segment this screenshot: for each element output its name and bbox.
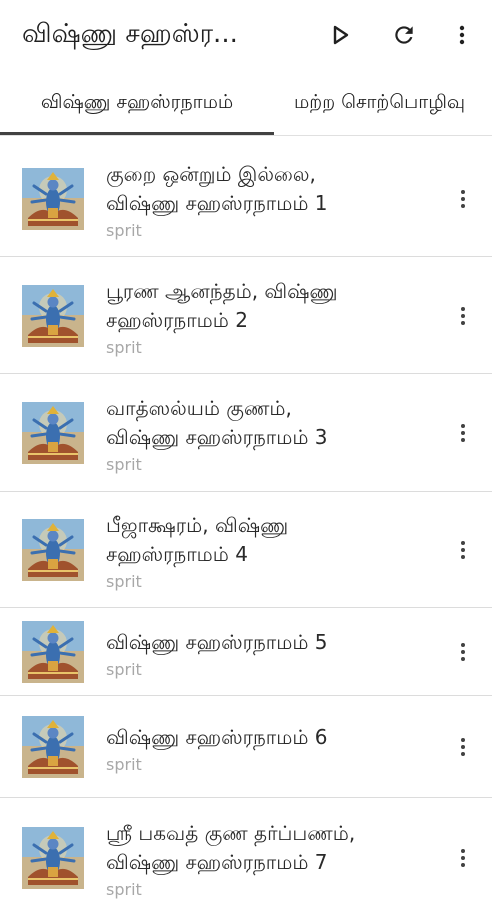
- episode-subtitle: sprit: [106, 338, 142, 357]
- more-vert-icon: [461, 307, 465, 325]
- episode-subtitle: sprit: [106, 221, 142, 240]
- episode-subtitle: sprit: [106, 660, 142, 679]
- list-item[interactable]: வாத்ஸல்யம் குணம், விஷ்ணு சஹஸ்ரநாமம் 3 sp…: [0, 374, 492, 492]
- episode-subtitle: sprit: [106, 755, 142, 774]
- deity-illustration: [22, 168, 84, 230]
- deity-illustration: [22, 716, 84, 778]
- deity-illustration: [22, 402, 84, 464]
- item-more-button[interactable]: [450, 182, 476, 216]
- tab-indicator: [0, 132, 274, 135]
- episode-thumbnail: [22, 827, 84, 889]
- deity-illustration: [22, 285, 84, 347]
- tab-other-discourses[interactable]: மற்ற சொற்பொழிவு: [294, 70, 466, 135]
- episode-title-line-2: விஷ்ணு சஹஸ்ரநாமம் 1: [106, 191, 328, 215]
- episode-title-line-2: விஷ்ணு சஹஸ்ரநாமம் 7: [106, 850, 328, 874]
- play-icon: [333, 25, 349, 45]
- app-title: விஷ்ணு சஹஸ்ர...: [22, 19, 238, 49]
- deity-illustration: [22, 621, 84, 683]
- episode-subtitle: sprit: [106, 572, 142, 591]
- deity-illustration: [22, 519, 84, 581]
- item-more-button[interactable]: [450, 841, 476, 875]
- list-item[interactable]: ஸ்ரீ பகவத் குண தர்ப்பணம், விஷ்ணு சஹஸ்ரநா…: [0, 798, 492, 900]
- list-item[interactable]: பூரண ஆனந்தம், விஷ்ணு சஹஸ்ரநாமம் 2 sprit: [0, 257, 492, 374]
- episode-thumbnail: [22, 168, 84, 230]
- more-vert-icon: [461, 541, 465, 559]
- episode-thumbnail: [22, 285, 84, 347]
- item-more-button[interactable]: [450, 299, 476, 333]
- episode-title-line-2: சஹஸ்ரநாமம் 2: [106, 308, 248, 332]
- more-vert-icon: [459, 25, 465, 45]
- deity-illustration: [22, 827, 84, 889]
- episode-thumbnail: [22, 621, 84, 683]
- overflow-menu-button[interactable]: [444, 17, 480, 53]
- more-vert-icon: [461, 849, 465, 867]
- episode-list: குறை ஒன்றும் இல்லை, விஷ்ணு சஹஸ்ரநாமம் 1 …: [0, 140, 492, 900]
- list-item[interactable]: குறை ஒன்றும் இல்லை, விஷ்ணு சஹஸ்ரநாமம் 1 …: [0, 140, 492, 257]
- episode-title-line-1: பூரண ஆனந்தம், விஷ்ணு: [106, 279, 338, 303]
- tab-bar: விஷ்ணு சஹஸ்ரநாமம் மற்ற சொற்பொழிவு: [0, 70, 492, 136]
- episode-texts: பூரண ஆனந்தம், விஷ்ணு சஹஸ்ரநாமம் 2 sprit: [106, 277, 432, 359]
- list-item[interactable]: பீஜாக்ஷரம், விஷ்ணு சஹஸ்ரநாமம் 4 sprit: [0, 492, 492, 608]
- episode-texts: விஷ்ணு சஹஸ்ரநாமம் 6 sprit: [106, 723, 432, 776]
- episode-title-line-1: பீஜாக்ஷரம், விஷ்ணு: [106, 513, 289, 537]
- list-item[interactable]: விஷ்ணு சஹஸ்ரநாமம் 5 sprit: [0, 608, 492, 696]
- episode-title-line-1: விஷ்ணு சஹஸ்ரநாமம் 6: [106, 725, 328, 749]
- episode-texts: குறை ஒன்றும் இல்லை, விஷ்ணு சஹஸ்ரநாமம் 1 …: [106, 160, 432, 242]
- episode-texts: ஸ்ரீ பகவத் குண தர்ப்பணம், விஷ்ணு சஹஸ்ரநா…: [106, 819, 432, 900]
- tab-vishnu-sahasranamam[interactable]: விஷ்ணு சஹஸ்ரநாமம்: [0, 70, 274, 135]
- tab-label: மற்ற சொற்பொழிவு: [294, 90, 466, 113]
- episode-thumbnail: [22, 402, 84, 464]
- tab-label: விஷ்ணு சஹஸ்ரநாமம்: [40, 90, 234, 113]
- refresh-icon: [395, 26, 413, 44]
- episode-title-line-2: விஷ்ணு சஹஸ்ரநாமம் 3: [106, 425, 328, 449]
- more-vert-icon: [461, 424, 465, 442]
- episode-title-line-1: குறை ஒன்றும் இல்லை,: [106, 162, 316, 186]
- episode-texts: விஷ்ணு சஹஸ்ரநாமம் 5 sprit: [106, 628, 432, 681]
- episode-subtitle: sprit: [106, 880, 142, 899]
- episode-title-line-1: வாத்ஸல்யம் குணம்,: [106, 396, 292, 420]
- list-item[interactable]: விஷ்ணு சஹஸ்ரநாமம் 6 sprit: [0, 696, 492, 798]
- app-bar: விஷ்ணு சஹஸ்ர...: [0, 0, 492, 70]
- episode-texts: பீஜாக்ஷரம், விஷ்ணு சஹஸ்ரநாமம் 4 sprit: [106, 511, 432, 593]
- refresh-button[interactable]: [386, 17, 422, 53]
- episode-subtitle: sprit: [106, 455, 142, 474]
- item-more-button[interactable]: [450, 416, 476, 450]
- episode-title-line-2: சஹஸ்ரநாமம் 4: [106, 542, 248, 566]
- episode-title-line-1: விஷ்ணு சஹஸ்ரநாமம் 5: [106, 630, 328, 654]
- episode-thumbnail: [22, 716, 84, 778]
- episode-title-line-1: ஸ்ரீ பகவத் குண தர்ப்பணம்,: [106, 821, 356, 845]
- item-more-button[interactable]: [450, 730, 476, 764]
- more-vert-icon: [461, 643, 465, 661]
- play-button[interactable]: [322, 17, 358, 53]
- item-more-button[interactable]: [450, 635, 476, 669]
- more-vert-icon: [461, 190, 465, 208]
- episode-texts: வாத்ஸல்யம் குணம், விஷ்ணு சஹஸ்ரநாமம் 3 sp…: [106, 394, 432, 476]
- episode-thumbnail: [22, 519, 84, 581]
- more-vert-icon: [461, 738, 465, 756]
- item-more-button[interactable]: [450, 533, 476, 567]
